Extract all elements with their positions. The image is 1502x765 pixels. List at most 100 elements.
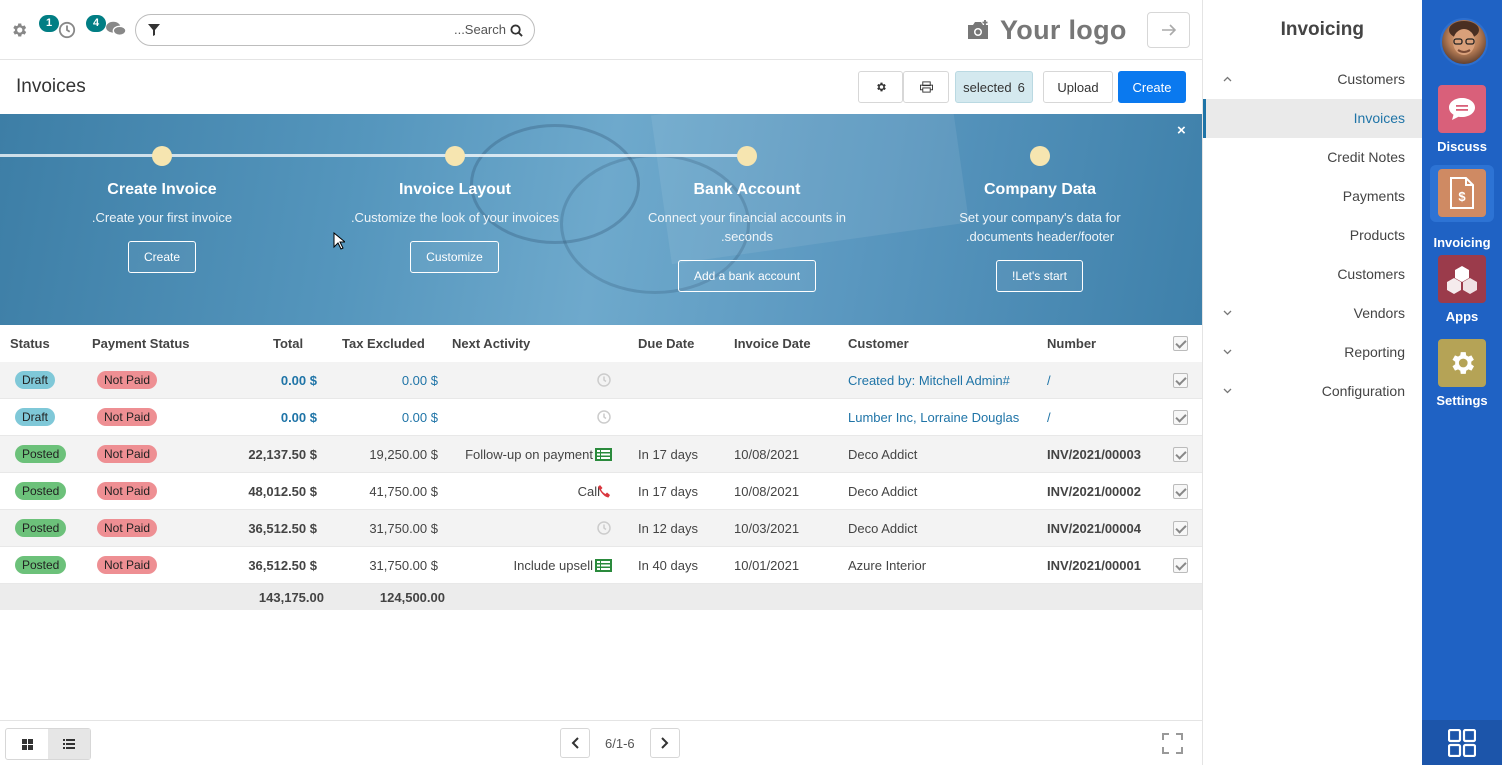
settings-button[interactable]: [858, 71, 903, 103]
sidebar-item-vendors[interactable]: Vendors: [1203, 294, 1423, 333]
sidebar-item-reporting[interactable]: Reporting: [1203, 333, 1423, 372]
list-icon[interactable]: [595, 448, 612, 464]
payment-status-badge: Not Paid: [97, 445, 158, 463]
sidebar-item-label: Vendors: [1353, 305, 1405, 321]
due-date-cell: In 40 days: [638, 558, 698, 573]
chat-icon[interactable]: [105, 20, 127, 38]
list-icon[interactable]: [595, 559, 612, 575]
row-checkbox[interactable]: [1173, 410, 1188, 425]
next-activity-cell: Follow-up on payment: [465, 447, 593, 462]
mouse-cursor-icon: [333, 232, 345, 250]
view-switcher: [5, 728, 91, 760]
tax-excluded-cell: 41,750.00 $: [369, 484, 438, 499]
select-all-checkbox[interactable]: [1173, 336, 1188, 351]
filter-icon[interactable]: [148, 24, 160, 36]
sidebar-item-customers[interactable]: Customers: [1203, 255, 1423, 294]
print-button[interactable]: [903, 71, 949, 103]
kanban-view-button[interactable]: [6, 729, 48, 759]
activity-count-badge: 1: [39, 15, 59, 32]
upload-button[interactable]: Upload: [1043, 71, 1113, 103]
column-due-date[interactable]: Due Date: [638, 336, 694, 351]
sidebar-item-label: Configuration: [1321, 383, 1405, 399]
search-icon[interactable]: [510, 24, 523, 37]
app-label: Invoicing: [1433, 235, 1491, 250]
step-description-line: Set your company's data for: [959, 210, 1121, 225]
sidebar-item-configuration[interactable]: Configuration: [1203, 372, 1423, 411]
row-checkbox[interactable]: [1173, 373, 1188, 388]
customer-cell: Deco Addict: [848, 521, 918, 536]
column-customer[interactable]: Customer: [848, 336, 909, 351]
phone-icon[interactable]: [597, 484, 611, 501]
app-menu-sidebar: Invoicing Customers Invoices Credit Notes P…: [1202, 0, 1423, 765]
company-logo: Your logo: [966, 12, 1127, 48]
exit-button[interactable]: [1147, 12, 1190, 48]
clock-icon[interactable]: [58, 21, 76, 39]
step-customize-button[interactable]: Customize: [410, 241, 499, 273]
step-add-bank-button[interactable]: Add a bank account: [678, 260, 816, 292]
customer-cell[interactable]: Lumber Inc, Lorraine Douglas: [848, 410, 1019, 425]
table-row[interactable]: Posted Not Paid 48,012.50 $41,750.00 $ Call…: [0, 473, 1202, 510]
customer-cell: Deco Addict: [848, 484, 918, 499]
message-count-badge: 4: [86, 15, 106, 32]
due-date-cell: In 17 days: [638, 484, 698, 499]
column-number[interactable]: Number: [1047, 336, 1096, 351]
next-activity-cell: Include upsell: [513, 558, 594, 573]
sidebar-item-products[interactable]: Products: [1203, 216, 1423, 255]
app-settings[interactable]: Settings: [1422, 339, 1502, 408]
search-bar[interactable]: ...Search: [135, 14, 535, 46]
app-invoicing[interactable]: $ Invoicing: [1430, 165, 1494, 250]
table-row[interactable]: Posted Not Paid 36,512.50 $ 31,750.00 $ In 1…: [0, 510, 1202, 547]
step-create-button[interactable]: Create: [128, 241, 196, 273]
status-badge: Posted: [15, 445, 67, 463]
row-checkbox[interactable]: [1173, 447, 1188, 462]
column-total[interactable]: Total: [273, 336, 303, 351]
pager-previous-button[interactable]: [560, 728, 590, 758]
sidebar-item-payments[interactable]: Payments: [1203, 177, 1423, 216]
pager-next-button[interactable]: [650, 728, 680, 758]
fullscreen-icon[interactable]: [1162, 733, 1183, 754]
sidebar-item-credit-notes[interactable]: Credit Notes: [1203, 138, 1423, 177]
row-checkbox[interactable]: [1173, 484, 1188, 499]
table-row[interactable]: Posted Not Paid 36,512.50 $ 31,750.00 $ Incl…: [0, 547, 1202, 584]
clock-icon[interactable]: [597, 373, 611, 390]
column-invoice-date[interactable]: Invoice Date: [734, 336, 811, 351]
table-row[interactable]: Draft Not Paid 0.00 $ 0.00 $ Lumber Inc, Lor…: [0, 399, 1202, 436]
chat-bubble-icon: [1438, 85, 1486, 133]
row-checkbox[interactable]: [1173, 521, 1188, 536]
column-status[interactable]: Status: [10, 336, 50, 351]
step-description: Set your company's data for .documents h…: [920, 208, 1160, 246]
control-panel: Invoices selected 6 Upload Create: [0, 60, 1202, 114]
user-portrait: [1449, 21, 1479, 55]
user-avatar[interactable]: [1440, 18, 1488, 66]
column-tax-excluded[interactable]: Tax Excluded: [342, 336, 425, 351]
clock-icon[interactable]: [597, 410, 611, 427]
row-checkbox[interactable]: [1173, 558, 1188, 573]
gear-icon[interactable]: [10, 21, 28, 39]
sidebar-item-invoices[interactable]: Invoices: [1203, 99, 1423, 138]
chevron-up-icon: [1223, 76, 1232, 82]
selected-indicator: selected 6: [955, 71, 1033, 103]
print-icon: [919, 81, 933, 93]
step-lets-start-button[interactable]: !Let's start: [996, 260, 1083, 292]
apps-grid-icon: [1448, 728, 1476, 757]
table-header: Status Payment Status Total Tax Excluded…: [0, 325, 1202, 362]
app-switcher-button[interactable]: [1422, 720, 1502, 765]
table-row[interactable]: Draft Not Paid 0.00 $ 0.00 $ Created by: Mit…: [0, 362, 1202, 399]
list-view-button[interactable]: [48, 729, 90, 759]
app-apps[interactable]: Apps: [1422, 255, 1502, 324]
step-description-line: .seconds: [720, 229, 774, 244]
pager-value[interactable]: 6/1-6: [605, 736, 635, 751]
table-row[interactable]: Posted Not Paid 22,137.50 $ 19,250.00 $ Foll…: [0, 436, 1202, 473]
clock-icon[interactable]: [597, 521, 611, 538]
status-badge: Posted: [15, 556, 67, 574]
create-button[interactable]: Create: [1118, 71, 1186, 103]
progress-track: [0, 154, 750, 157]
banner-close-button[interactable]: ×: [1177, 122, 1186, 139]
column-payment-status[interactable]: Payment Status: [92, 336, 190, 351]
customer-cell[interactable]: Created by: Mitchell Admin#: [848, 373, 1010, 388]
column-next-activity[interactable]: Next Activity: [452, 336, 530, 351]
step-dot: [445, 146, 465, 166]
app-discuss[interactable]: Discuss: [1422, 85, 1502, 154]
onboarding-banner: Create Invoice .Create your first invoic…: [0, 114, 1202, 325]
sidebar-item-customers[interactable]: Customers: [1203, 60, 1423, 99]
